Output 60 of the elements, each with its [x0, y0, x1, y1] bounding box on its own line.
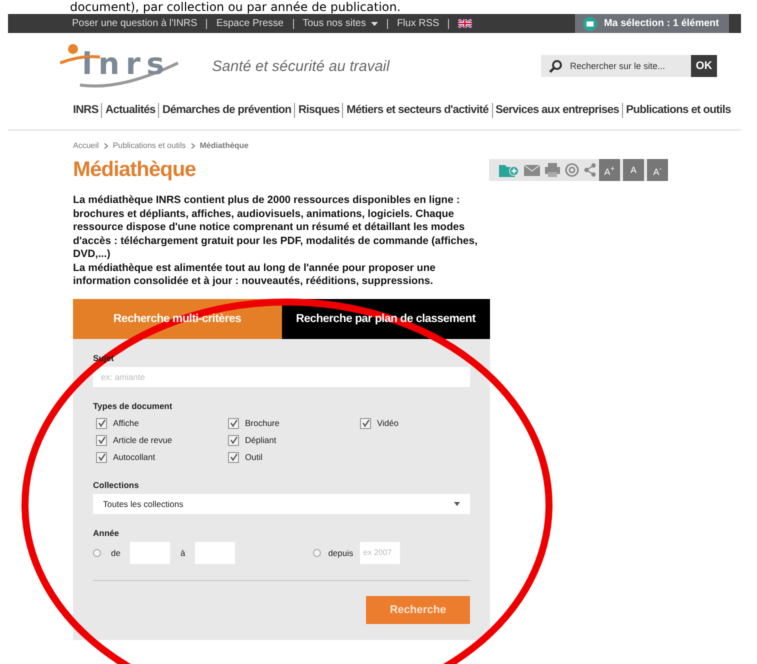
flag-icon[interactable]: [458, 19, 472, 28]
caret-icon: [454, 502, 460, 506]
caption-text: document), par collection ou par année de publication.: [69, 0, 402, 14]
checkbox-label: Dépliant: [245, 435, 276, 445]
chevron-icon: [190, 142, 195, 148]
inrs-logo[interactable]: inrs: [60, 41, 180, 91]
radio-button[interactable]: [313, 548, 322, 556]
font-size-button[interactable]: A$^{-}$: [646, 159, 668, 181]
print-icon[interactable]: [545, 163, 560, 177]
nav-link[interactable]: INRS: [70, 104, 102, 116]
checkbox[interactable]: [228, 452, 239, 462]
breadcrumb-link[interactable]: Médiathèque: [200, 141, 249, 150]
checkbox-label: Brochure: [245, 418, 280, 428]
page-title: Médiathèque: [73, 158, 196, 182]
nav-link[interactable]: Métiers et secteurs d'activité: [343, 104, 492, 116]
field-label: Collections: [93, 480, 139, 490]
checkbox-label: Autocollant: [113, 452, 156, 462]
selection-button[interactable]: Ma sélection : 1 élément: [574, 14, 729, 33]
font-size-button[interactable]: A$^{+}$: [598, 159, 620, 181]
radio-label: depuis: [328, 548, 354, 558]
folder-add-icon[interactable]: [499, 163, 519, 177]
breadcrumb-link[interactable]: Publications et outils: [112, 141, 186, 150]
checkbox[interactable]: [96, 418, 107, 428]
chevron-icon: [104, 142, 108, 148]
top-link[interactable]: Espace Presse: [216, 18, 284, 29]
checkbox-label: Vidéo: [377, 418, 399, 428]
radio-label: de: [111, 548, 120, 558]
radio-button[interactable]: [93, 548, 101, 556]
checkbox[interactable]: [96, 452, 107, 462]
intro-paragraph: La médiathèque est alimentée tout au long de l'année pour proposer une information consolidée et à jour : nouveautés, rééditions, suppressions.: [73, 262, 436, 288]
nav-link[interactable]: Services aux entreprises: [492, 104, 622, 116]
top-link[interactable]: Flux RSS: [396, 18, 440, 29]
nav-link[interactable]: Actualités: [102, 104, 158, 116]
share-icon[interactable]: [584, 163, 596, 177]
checkbox[interactable]: [360, 418, 371, 428]
nav-link[interactable]: Démarches de prévention: [159, 104, 294, 116]
field-label: Types de document: [93, 400, 172, 410]
intro-paragraph: La médiathèque INRS contient plus de 2000 ressources disponibles en ligne : brochures et dépliants, affiches, audiovisuels, animations, logiciels. Chaque ressource dispose d'une notice comprenant un résumé et détaillant les modes d'accès : téléchargement gratuit pour les PDF, modalités de commande (affiches, DVD,...): [73, 194, 479, 262]
font-size-button[interactable]: A: [622, 159, 644, 181]
collections-select[interactable]: Toutes les collections: [93, 494, 470, 514]
checkbox-label: Article de revue: [113, 435, 172, 445]
caret-icon: [370, 22, 378, 26]
checkbox-label: Outil: [245, 452, 262, 462]
ok-button[interactable]: OK: [691, 55, 717, 77]
breadcrumb-link[interactable]: Accueil: [73, 141, 99, 150]
checkbox[interactable]: [228, 418, 239, 428]
tagline-text: Santé et sécurité au travail: [212, 58, 390, 74]
search-field[interactable]: Rechercher sur le site...: [541, 55, 691, 77]
nav-link[interactable]: Risques: [295, 104, 342, 116]
subject-field[interactable]: ex: amiante: [93, 366, 470, 386]
checkbox-label: Affiche: [113, 418, 139, 428]
year-field[interactable]: ex 2007: [360, 542, 400, 564]
nav-link[interactable]: Publications et outils: [623, 104, 734, 116]
checkbox[interactable]: [96, 434, 107, 446]
sites-dropdown[interactable]: Tous nos sites: [302, 18, 378, 29]
field-label: Année: [93, 528, 119, 538]
top-link[interactable]: Poser une question à l'INRS: [72, 18, 198, 29]
mail-icon[interactable]: [524, 164, 540, 176]
checkbox[interactable]: [228, 434, 239, 446]
year-label: à: [180, 548, 186, 558]
